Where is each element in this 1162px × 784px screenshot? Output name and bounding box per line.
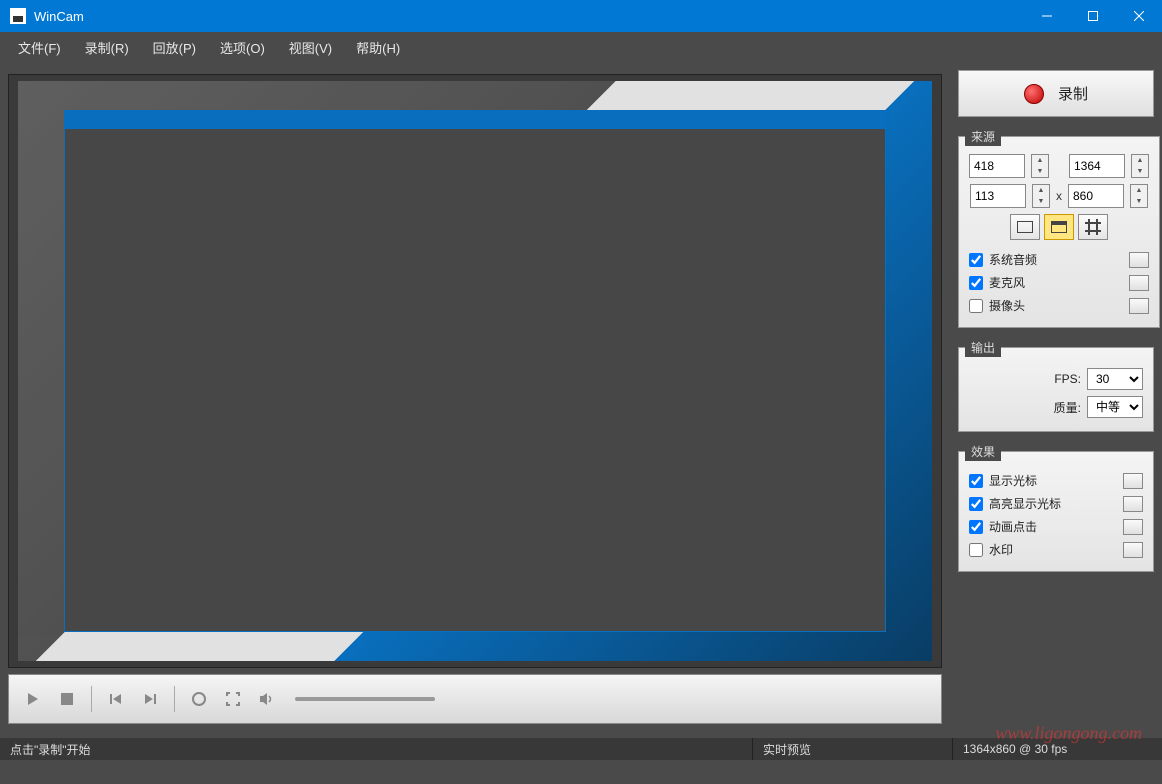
watermark-checkbox[interactable] [969,543,983,557]
record-label: 录制 [1058,83,1088,104]
sidebar: 录制 来源 ▲▼ ▲▼ ▲▼ x ▲▼ [950,62,1162,732]
menu-record[interactable]: 录制(R) [73,34,141,61]
menu-view[interactable]: 视图(V) [277,34,344,61]
status-preview: 实时预览 [752,738,952,760]
main-area: 录制 来源 ▲▼ ▲▼ ▲▼ x ▲▼ [0,62,1162,732]
highlight-cursor-checkbox[interactable] [969,497,983,511]
watermark-text: www.ligongong.com [995,723,1142,744]
show-cursor-label: 显示光标 [989,472,1037,489]
volume-button[interactable] [253,685,281,713]
preview-viewport [8,74,942,668]
fps-label: FPS: [1054,372,1081,386]
microphone-row: 麦克风 [969,271,1149,294]
playback-toolbar [8,674,942,724]
source-group: 来源 ▲▼ ▲▼ ▲▼ x ▲▼ [958,127,1160,328]
separator [91,686,92,712]
effects-group: 效果 显示光标 高亮显示光标 动画点击 水印 [958,442,1154,572]
window-title: WinCam [34,9,1024,24]
y-spinner[interactable]: ▲▼ [1032,184,1050,208]
menu-options[interactable]: 选项(O) [208,34,277,61]
show-cursor-config[interactable] [1123,473,1143,489]
system-audio-label: 系统音频 [989,251,1037,268]
system-audio-checkbox[interactable] [969,253,983,267]
animate-clicks-config[interactable] [1123,519,1143,535]
animate-clicks-checkbox[interactable] [969,520,983,534]
mode-fullscreen-button[interactable] [1044,214,1074,240]
stop-button[interactable] [53,685,81,713]
camera-label: 摄像头 [989,297,1025,314]
highlight-cursor-label: 高亮显示光标 [989,495,1061,512]
skip-forward-button[interactable] [136,685,164,713]
camera-row: 摄像头 [969,294,1149,317]
titlebar: WinCam [0,0,1162,32]
show-cursor-checkbox[interactable] [969,474,983,488]
microphone-checkbox[interactable] [969,276,983,290]
volume-slider[interactable] [295,697,435,701]
quality-label: 质量: [1054,399,1081,416]
menu-file[interactable]: 文件(F) [6,34,73,61]
output-legend: 输出 [965,338,1001,357]
h-spinner[interactable]: ▲▼ [1130,184,1148,208]
dimension-separator: x [1056,189,1062,203]
animate-clicks-row: 动画点击 [969,515,1143,538]
watermark-label: 水印 [989,541,1013,558]
menubar: 文件(F) 录制(R) 回放(P) 选项(O) 视图(V) 帮助(H) [0,32,1162,62]
output-group: 输出 FPS: 30 质量: 中等 [958,338,1154,432]
watermark-row: 水印 [969,538,1143,561]
play-button[interactable] [19,685,47,713]
microphone-label: 麦克风 [989,274,1025,291]
loop-button[interactable] [185,685,213,713]
mode-window-button[interactable] [1010,214,1040,240]
fullscreen-button[interactable] [219,685,247,713]
source-y-input[interactable] [970,184,1026,208]
camera-config[interactable] [1129,298,1149,314]
status-hint: 点击"录制"开始 [0,738,752,760]
effects-legend: 效果 [965,442,1001,461]
quality-select[interactable]: 中等 [1087,396,1143,418]
separator [174,686,175,712]
record-button[interactable]: 录制 [958,70,1154,117]
source-h-input[interactable] [1068,184,1124,208]
source-x-input[interactable] [969,154,1025,178]
app-icon [10,8,26,24]
preview-image [18,81,931,661]
source-w-input[interactable] [1069,154,1125,178]
fps-select[interactable]: 30 [1087,368,1143,390]
minimize-button[interactable] [1024,0,1070,32]
w-spinner[interactable]: ▲▼ [1131,154,1149,178]
menu-help[interactable]: 帮助(H) [344,34,412,61]
record-icon [1024,84,1044,104]
system-audio-row: 系统音频 [969,248,1149,271]
highlight-cursor-config[interactable] [1123,496,1143,512]
camera-checkbox[interactable] [969,299,983,313]
watermark-config[interactable] [1123,542,1143,558]
highlight-cursor-row: 高亮显示光标 [969,492,1143,515]
x-spinner[interactable]: ▲▼ [1031,154,1049,178]
mode-region-button[interactable] [1078,214,1108,240]
microphone-config[interactable] [1129,275,1149,291]
statusbar: 点击"录制"开始 实时预览 1364x860 @ 30 fps [0,738,1162,760]
preview-panel [0,62,950,732]
window-controls [1024,0,1162,32]
system-audio-config[interactable] [1129,252,1149,268]
close-button[interactable] [1116,0,1162,32]
skip-back-button[interactable] [102,685,130,713]
animate-clicks-label: 动画点击 [989,518,1037,535]
menu-playback[interactable]: 回放(P) [141,34,208,61]
source-legend: 来源 [965,127,1001,146]
show-cursor-row: 显示光标 [969,469,1143,492]
maximize-button[interactable] [1070,0,1116,32]
